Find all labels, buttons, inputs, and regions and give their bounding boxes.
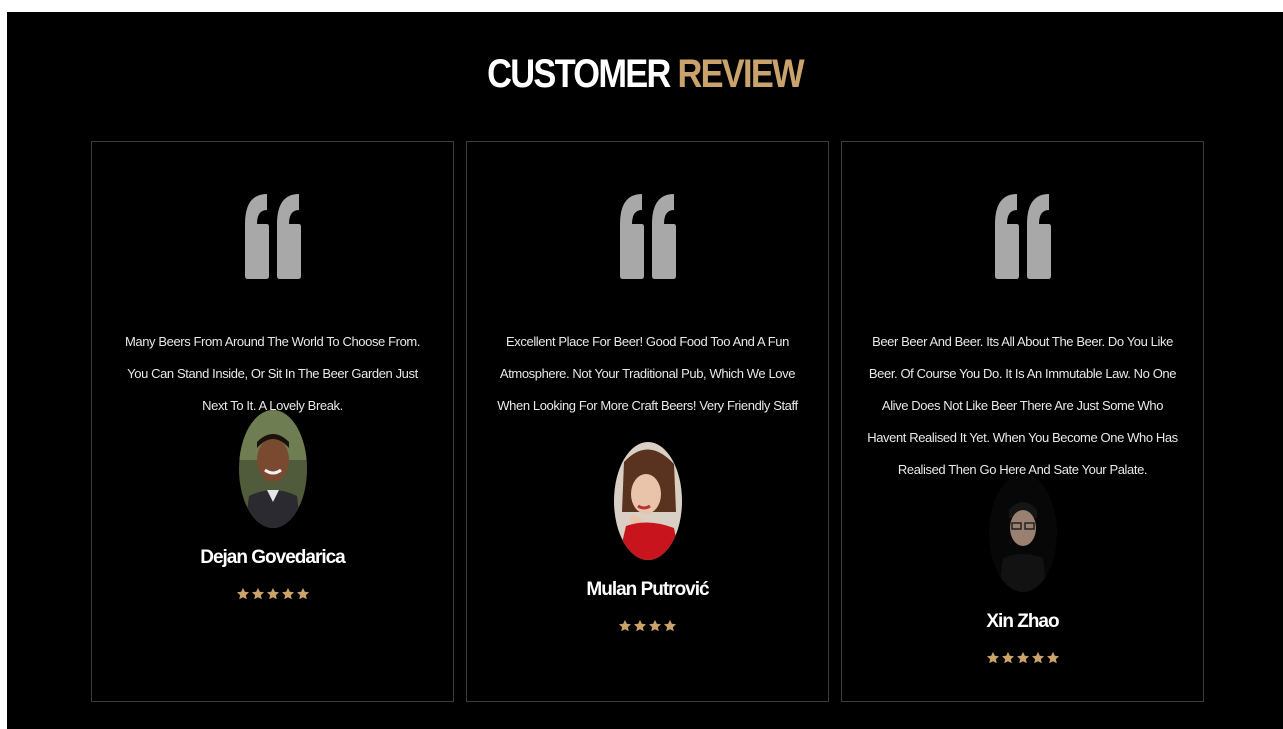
star-icon [1031, 651, 1044, 664]
star-icon [618, 619, 632, 632]
star-icon [648, 619, 662, 632]
star-icon [1016, 651, 1029, 664]
review-text: Many Beers From Around The World To Choo… [124, 334, 421, 413]
star-rating [467, 619, 828, 633]
section-title-word2: REVIEW [677, 52, 804, 96]
man-glasses-avatar [989, 474, 1057, 592]
star-icon [296, 587, 309, 600]
star-icon [986, 651, 999, 664]
star-icon [251, 587, 264, 600]
quote-icon [92, 192, 453, 282]
man-smiling-avatar [239, 410, 307, 528]
reviewer-name: Mulan Putrović [586, 579, 709, 600]
star-icon [281, 587, 294, 600]
review-card: Many Beers From Around The World To Choo… [91, 141, 454, 702]
review-card: Beer Beer And Beer. Its All About The Be… [841, 141, 1204, 702]
review-text: Excellent Place For Beer! Good Food Too … [497, 334, 798, 413]
review-card: Excellent Place For Beer! Good Food Too … [466, 141, 829, 702]
customer-review-section: CUSTOMER REVIEW Many Beers From Around T… [7, 12, 1283, 729]
star-icon [633, 619, 647, 632]
star-icon [1046, 651, 1059, 664]
star-icon [236, 587, 249, 600]
woman-red-top-avatar [614, 442, 682, 560]
star-icon [1001, 651, 1014, 664]
star-rating [842, 651, 1203, 665]
star-icon [663, 619, 677, 632]
reviewer-name: Dejan Govedarica [200, 547, 346, 568]
reviewer-name: Xin Zhao [986, 611, 1059, 632]
quote-icon [467, 192, 828, 282]
quote-icon [842, 192, 1203, 282]
review-text: Beer Beer And Beer. Its All About The Be… [867, 334, 1178, 477]
star-icon [266, 587, 279, 600]
section-title: CUSTOMER REVIEW [96, 52, 1193, 96]
section-title-word1: CUSTOMER [487, 52, 671, 96]
star-rating [92, 587, 453, 601]
